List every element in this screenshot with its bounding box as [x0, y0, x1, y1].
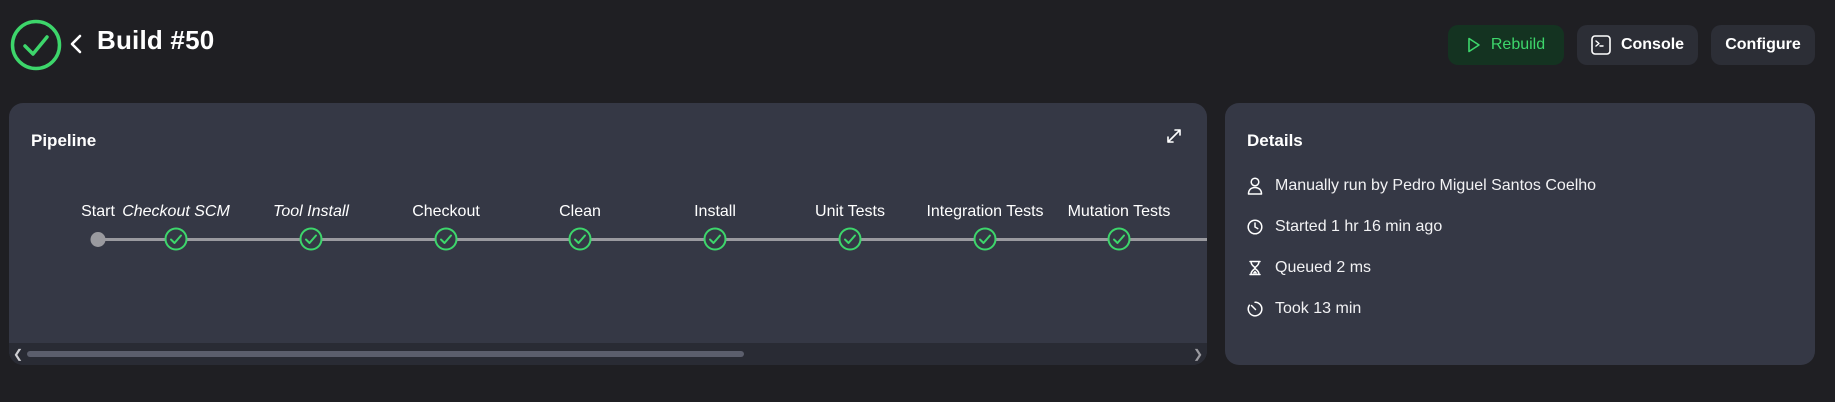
- console-button[interactable]: Console: [1577, 25, 1698, 65]
- configure-button[interactable]: Configure: [1711, 25, 1815, 65]
- clock-icon: [1247, 219, 1263, 235]
- scroll-right-arrow-icon[interactable]: ❯: [1193, 347, 1203, 361]
- rebuild-button[interactable]: Rebuild: [1448, 25, 1564, 65]
- pipeline-graph: Start Checkout SCM Tool Install Checkout…: [9, 103, 1207, 343]
- stage-label-tool-install: Tool Install: [273, 203, 349, 220]
- console-label: Console: [1620, 36, 1685, 53]
- stage-success-icon[interactable]: [434, 227, 458, 251]
- detail-took-text: Took 13 min: [1275, 300, 1362, 317]
- details-card: Details Manually run by Pedro Miguel San…: [1225, 103, 1815, 365]
- pipeline-connector-line: [98, 238, 1207, 241]
- stage-label-install: Install: [694, 203, 736, 220]
- stage-success-icon[interactable]: [164, 227, 188, 251]
- stage-success-icon[interactable]: [703, 227, 727, 251]
- detail-run-by: Manually run by Pedro Miguel Santos Coel…: [1247, 177, 1596, 195]
- detail-run-by-text: Manually run by Pedro Miguel Santos Coel…: [1275, 177, 1597, 194]
- detail-started: Started 1 hr 16 min ago: [1247, 218, 1442, 236]
- hourglass-icon: [1249, 260, 1261, 276]
- stage-success-icon[interactable]: [838, 227, 862, 251]
- stage-label-unit-tests: Unit Tests: [815, 203, 885, 220]
- stage-label-integration-tests: Integration Tests: [926, 203, 1044, 220]
- detail-took: Took 13 min: [1247, 300, 1361, 318]
- stage-success-icon[interactable]: [1107, 227, 1131, 251]
- stage-success-icon[interactable]: [299, 227, 323, 251]
- success-status-icon: [10, 19, 62, 71]
- play-icon: [1468, 37, 1480, 53]
- horizontal-scrollbar[interactable]: ❮ ❯: [9, 343, 1207, 365]
- stage-success-icon[interactable]: [568, 227, 592, 251]
- stage-label-clean: Clean: [559, 203, 601, 220]
- detail-started-text: Started 1 hr 16 min ago: [1275, 218, 1443, 235]
- terminal-icon: [1591, 35, 1611, 55]
- stage-success-icon[interactable]: [973, 227, 997, 251]
- detail-queued: Queued 2 ms: [1247, 259, 1371, 277]
- stage-label-mutation-tests: Mutation Tests: [1067, 203, 1171, 220]
- page-title: Build #50: [97, 25, 215, 55]
- header: Build #50 Rebuild Console Configure: [0, 0, 1835, 90]
- chevron-left-icon[interactable]: [68, 33, 84, 55]
- details-title: Details: [1247, 131, 1303, 150]
- stage-node-start: [90, 232, 106, 247]
- detail-queued-text: Queued 2 ms: [1275, 259, 1372, 276]
- configure-label: Configure: [1725, 36, 1801, 53]
- scrollbar-thumb[interactable]: [27, 351, 744, 357]
- timer-icon: [1247, 301, 1263, 317]
- rebuild-label: Rebuild: [1490, 36, 1546, 53]
- stage-label-checkout: Checkout: [412, 203, 480, 220]
- stage-label-checkout-scm: Checkout SCM: [122, 203, 230, 220]
- stage-label-start: Start: [81, 203, 115, 220]
- pipeline-card: Pipeline Start Checkout SCM Tool Install…: [9, 103, 1207, 365]
- user-icon: [1247, 177, 1263, 195]
- scroll-left-arrow-icon[interactable]: ❮: [13, 347, 23, 361]
